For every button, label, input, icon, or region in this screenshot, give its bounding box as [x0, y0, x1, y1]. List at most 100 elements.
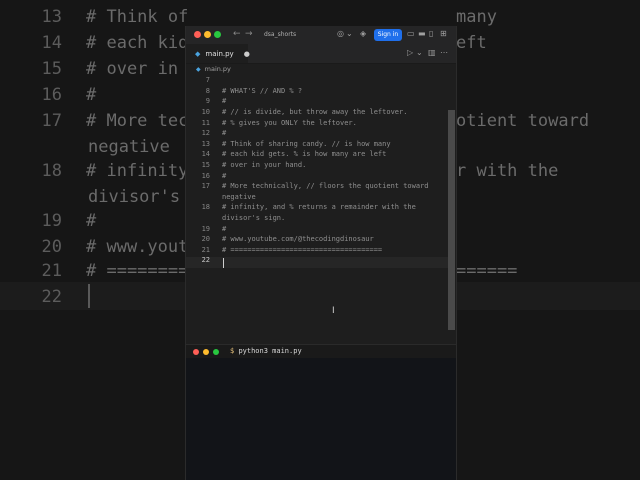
toggle-secondary-sidebar-icon[interactable]: ▯	[429, 29, 433, 38]
background-line-text: #	[86, 85, 97, 105]
background-code-line: 19 #	[0, 208, 97, 234]
code-line[interactable]: 14 # each kid gets. % is how many are lef…	[186, 149, 448, 160]
background-cursor	[88, 284, 90, 308]
background-line-text: # Think of	[86, 7, 189, 27]
line-number: 14	[201, 150, 210, 159]
line-number: 10	[201, 108, 210, 117]
code-comment: # www.youtube.com/@thecodingdinosaur	[222, 235, 374, 244]
code-line[interactable]: 16 #	[186, 170, 448, 181]
background-line-number: 19	[41, 211, 62, 231]
line-number: 8	[205, 86, 210, 95]
code-comment: # % gives you ONLY the leftover.	[222, 118, 357, 127]
code-line[interactable]: 19 #	[186, 223, 448, 234]
background-line-text: negative	[88, 137, 170, 157]
chevron-down-icon[interactable]: ⌄	[346, 29, 353, 38]
code-comment: #	[222, 171, 227, 180]
code-comment: #	[222, 224, 227, 233]
python-file-icon: ◆	[196, 65, 201, 73]
line-number: 7	[205, 76, 210, 85]
line-number: 19	[201, 224, 210, 233]
code-line[interactable]: 12 #	[186, 128, 448, 139]
code-line[interactable]: 8 # WHAT'S // AND % ?	[186, 86, 448, 97]
editor-window: ← → dsa_shorts ◎ ⌄ ◈ Sign in ▭ ▬ ▯ ⊞ ◆ m…	[185, 26, 457, 480]
background-line-number: 16	[41, 85, 62, 105]
background-line-text: # More tech	[86, 111, 199, 131]
code-line[interactable]: 22	[186, 255, 448, 266]
toggle-sidebar-icon[interactable]: ▭	[407, 29, 415, 38]
code-line[interactable]: 7	[186, 75, 448, 86]
background-code-line: divisor's	[0, 184, 180, 210]
chevron-down-icon[interactable]: ⌄	[416, 48, 423, 57]
extension-icon[interactable]: ◈	[360, 29, 366, 38]
code-line[interactable]: 20 # www.youtube.com/@thecodingdinosaur	[186, 234, 448, 245]
terminal-panel[interactable]: $ python3 main.py	[186, 344, 456, 480]
terminal-minimize-button[interactable]	[203, 349, 209, 355]
code-line[interactable]: 9 #	[186, 96, 448, 107]
line-number: 11	[201, 118, 210, 127]
python-file-icon: ◆	[195, 49, 201, 58]
code-line[interactable]: 10 # // is divide, but throw away the lef…	[186, 107, 448, 118]
background-code-line: 13 # Think of	[0, 4, 189, 30]
code-line[interactable]: 15 # over in your hand.	[186, 160, 448, 171]
line-number: 18	[201, 203, 210, 212]
line-number: 20	[201, 235, 210, 244]
forward-arrow-icon[interactable]: →	[245, 29, 253, 39]
line-number: 16	[201, 171, 210, 180]
code-line[interactable]: 17 # More technically, // floors the quot…	[186, 181, 448, 192]
code-comment: # // is divide, but throw away the lefto…	[222, 108, 408, 117]
title-bar: ← → dsa_shorts ◎ ⌄ ◈ Sign in ▭ ▬ ▯ ⊞	[186, 26, 456, 44]
terminal-prompt: $ python3 main.py	[230, 347, 302, 355]
background-code-line: 17 # More tech	[0, 108, 199, 134]
scrollbar-thumb[interactable]	[448, 110, 455, 330]
back-arrow-icon[interactable]: ←	[233, 29, 241, 39]
sign-in-button[interactable]: Sign in	[374, 29, 402, 41]
toggle-panel-icon[interactable]: ▬	[418, 29, 426, 38]
background-line-text: # ========	[86, 261, 189, 281]
code-editor[interactable]: 7 8 # WHAT'S // AND % ? 9 #10 # // is divide,…	[186, 75, 448, 266]
split-editor-icon[interactable]: ▥	[428, 48, 436, 57]
code-line[interactable]: 21 # ====================================	[186, 245, 448, 256]
terminal-command: python3 main.py	[238, 347, 302, 355]
more-actions-icon[interactable]: ⋯	[440, 48, 448, 57]
code-comment: # each kid gets. % is how many are left	[222, 150, 387, 159]
layout-icon[interactable]: ⊞	[440, 29, 447, 38]
terminal-output[interactable]	[186, 358, 456, 480]
code-comment: # ====================================	[222, 245, 383, 254]
code-comment: # infinity, and % returns a remainder wi…	[222, 203, 416, 212]
terminal-close-button[interactable]	[193, 349, 199, 355]
line-number: 22	[201, 256, 210, 265]
background-code-line: 21 # ========	[0, 258, 189, 284]
code-line[interactable]: 11 # % gives you ONLY the leftover.	[186, 117, 448, 128]
close-window-button[interactable]	[194, 31, 201, 38]
code-comment: #	[222, 97, 227, 106]
background-line-number: 20	[41, 237, 62, 257]
line-number: 9	[205, 97, 210, 106]
background-line-tail: ======	[456, 261, 518, 281]
background-line-number: 15	[41, 59, 62, 79]
mouse-ibeam-cursor-icon: I	[332, 306, 335, 316]
terminal-header: $ python3 main.py	[186, 344, 456, 359]
code-comment: # More technically, // floors the quotie…	[222, 182, 429, 191]
background-line-text: # over in	[86, 59, 179, 79]
unsaved-indicator[interactable]: ●	[244, 50, 250, 58]
background-line-text: divisor's	[88, 187, 181, 207]
tab-main-py[interactable]: ◆ main.py ●	[186, 44, 250, 63]
code-line[interactable]: negative	[186, 192, 448, 203]
command-center-search[interactable]: dsa_shorts	[259, 29, 374, 41]
maximize-window-button[interactable]	[214, 31, 221, 38]
copilot-icon[interactable]: ◎	[337, 29, 344, 38]
code-comment: #	[222, 129, 227, 138]
code-comment: negative	[222, 192, 256, 201]
minimize-window-button[interactable]	[204, 31, 211, 38]
breadcrumb[interactable]: ◆ main.py	[186, 63, 456, 75]
background-line-text: # www.yout	[86, 237, 189, 257]
code-comment: divisor's sign.	[222, 214, 286, 223]
code-line[interactable]: 18 # infinity, and % returns a remainder …	[186, 202, 448, 213]
tab-bar: ◆ main.py ● ▷ ⌄ ▥ ⋯	[186, 44, 456, 64]
code-line[interactable]: 13 # Think of sharing candy. // is how ma…	[186, 139, 448, 150]
run-icon[interactable]: ▷	[407, 48, 413, 57]
terminal-maximize-button[interactable]	[213, 349, 219, 355]
background-code-line: 14 # each kid	[0, 30, 189, 56]
line-number: 13	[201, 139, 210, 148]
code-line[interactable]: divisor's sign.	[186, 213, 448, 224]
